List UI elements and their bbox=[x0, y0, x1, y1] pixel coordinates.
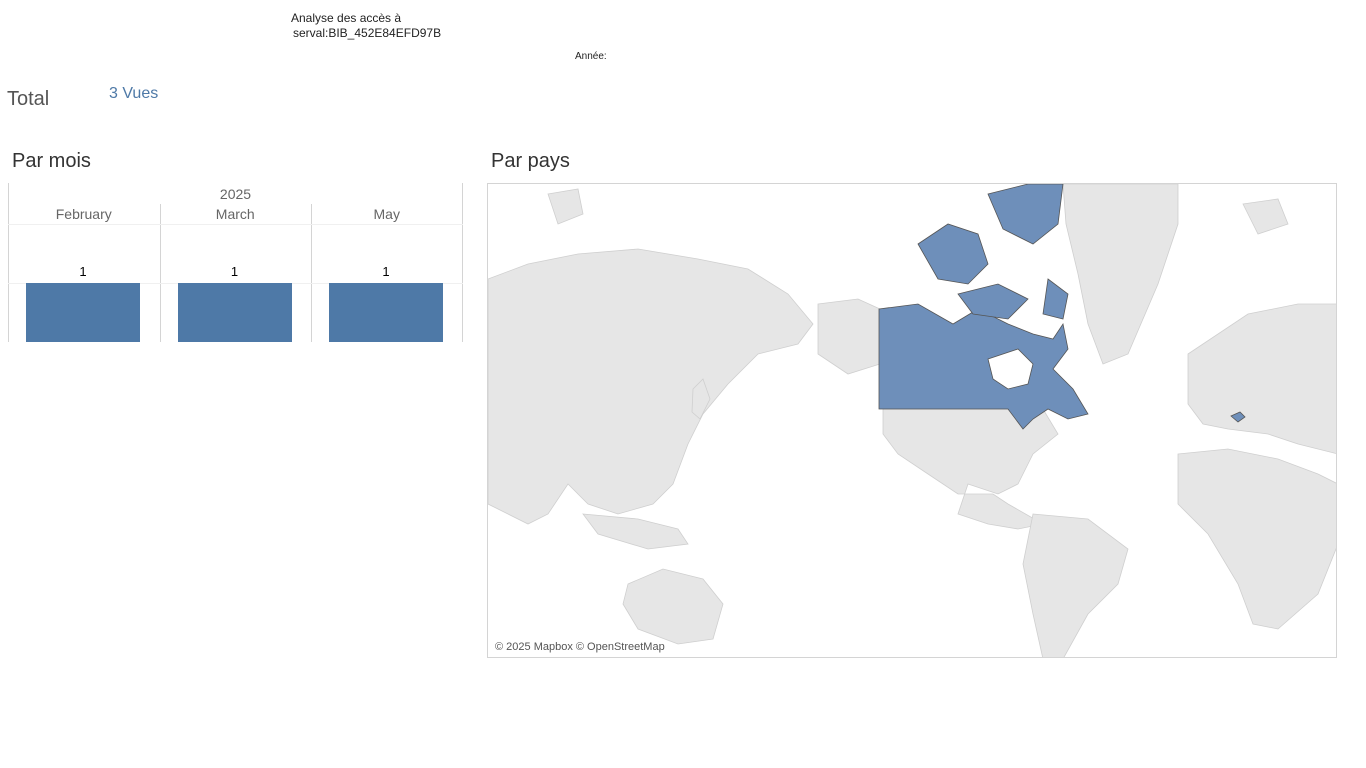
land-asia bbox=[488, 248, 814, 525]
bar-value-label: 1 bbox=[79, 264, 87, 279]
land-greenland bbox=[1062, 184, 1179, 365]
year-filter-label[interactable]: Année: bbox=[575, 51, 607, 62]
bar-value-label: 1 bbox=[382, 264, 390, 279]
month-label: May bbox=[373, 206, 400, 222]
land-europe bbox=[1187, 303, 1336, 454]
title-line-1: Analyse des accès à bbox=[291, 11, 402, 25]
total-label: Total bbox=[7, 88, 50, 110]
title-line-2: serval:BIB_452E84EFD97B bbox=[293, 26, 442, 40]
year-header: 2025 bbox=[219, 186, 252, 202]
month-column: May 1 bbox=[311, 204, 463, 342]
months-section-title: Par mois bbox=[12, 150, 91, 172]
land-north-america bbox=[882, 408, 1059, 530]
country-map[interactable] bbox=[487, 183, 1337, 658]
month-label: March bbox=[215, 206, 255, 222]
month-column: March 1 bbox=[159, 204, 311, 342]
bar-may[interactable] bbox=[329, 283, 443, 342]
month-column: February 1 bbox=[8, 204, 160, 342]
gridline bbox=[8, 224, 160, 225]
month-label: February bbox=[55, 206, 112, 222]
map-attribution[interactable]: © 2025 Mapbox © OpenStreetMap bbox=[495, 641, 665, 653]
land-alaska bbox=[817, 298, 881, 375]
monthly-bar-chart: 2025 February 1 March 1 May 1 bbox=[8, 183, 463, 343]
land-africa bbox=[1177, 448, 1336, 630]
bar-february[interactable] bbox=[26, 283, 140, 342]
land-layer bbox=[488, 184, 1336, 657]
total-value: 3 Vues bbox=[109, 85, 159, 102]
bar-value-label: 1 bbox=[230, 264, 239, 279]
gridline bbox=[311, 224, 463, 225]
gridline bbox=[159, 224, 311, 225]
countries-section-title: Par pays bbox=[491, 150, 570, 172]
page-title: Analyse des accès à serval:BIB_452E84EFD… bbox=[291, 11, 441, 41]
country-canada-arctic-islands bbox=[917, 184, 1069, 320]
land-indonesia bbox=[582, 513, 689, 550]
world-map-svg[interactable] bbox=[488, 184, 1337, 658]
bar-march[interactable] bbox=[177, 283, 292, 342]
land-australia bbox=[622, 568, 724, 645]
land-south-america bbox=[1022, 513, 1129, 657]
